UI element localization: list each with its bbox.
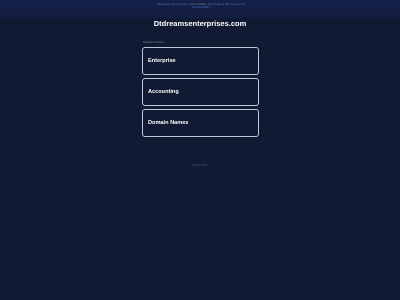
related-link-accounting[interactable]: Accounting (142, 78, 259, 106)
related-searches-label: Related Searches (143, 41, 164, 44)
related-link-label: Accounting (148, 89, 179, 95)
related-links-list: Enterprise Accounting Domain Names (142, 47, 259, 140)
parked-domain-page: This domain may be for sale. Check avail… (0, 0, 400, 300)
site-title: Dtdreamsenterprises.com (153, 19, 247, 28)
buy-domain-link[interactable]: Buy this domain (192, 6, 209, 9)
related-link-label: Enterprise (148, 58, 176, 64)
privacy-policy-link[interactable]: Privacy Policy (150, 164, 250, 167)
related-link-enterprise[interactable]: Enterprise (142, 47, 259, 75)
related-link-label: Domain Names (148, 120, 189, 126)
top-notice-bar: This domain may be for sale. Check avail… (0, 0, 400, 18)
sale-notice: This domain may be for sale. Check avail… (155, 3, 247, 10)
related-link-domain-names[interactable]: Domain Names (142, 109, 259, 137)
